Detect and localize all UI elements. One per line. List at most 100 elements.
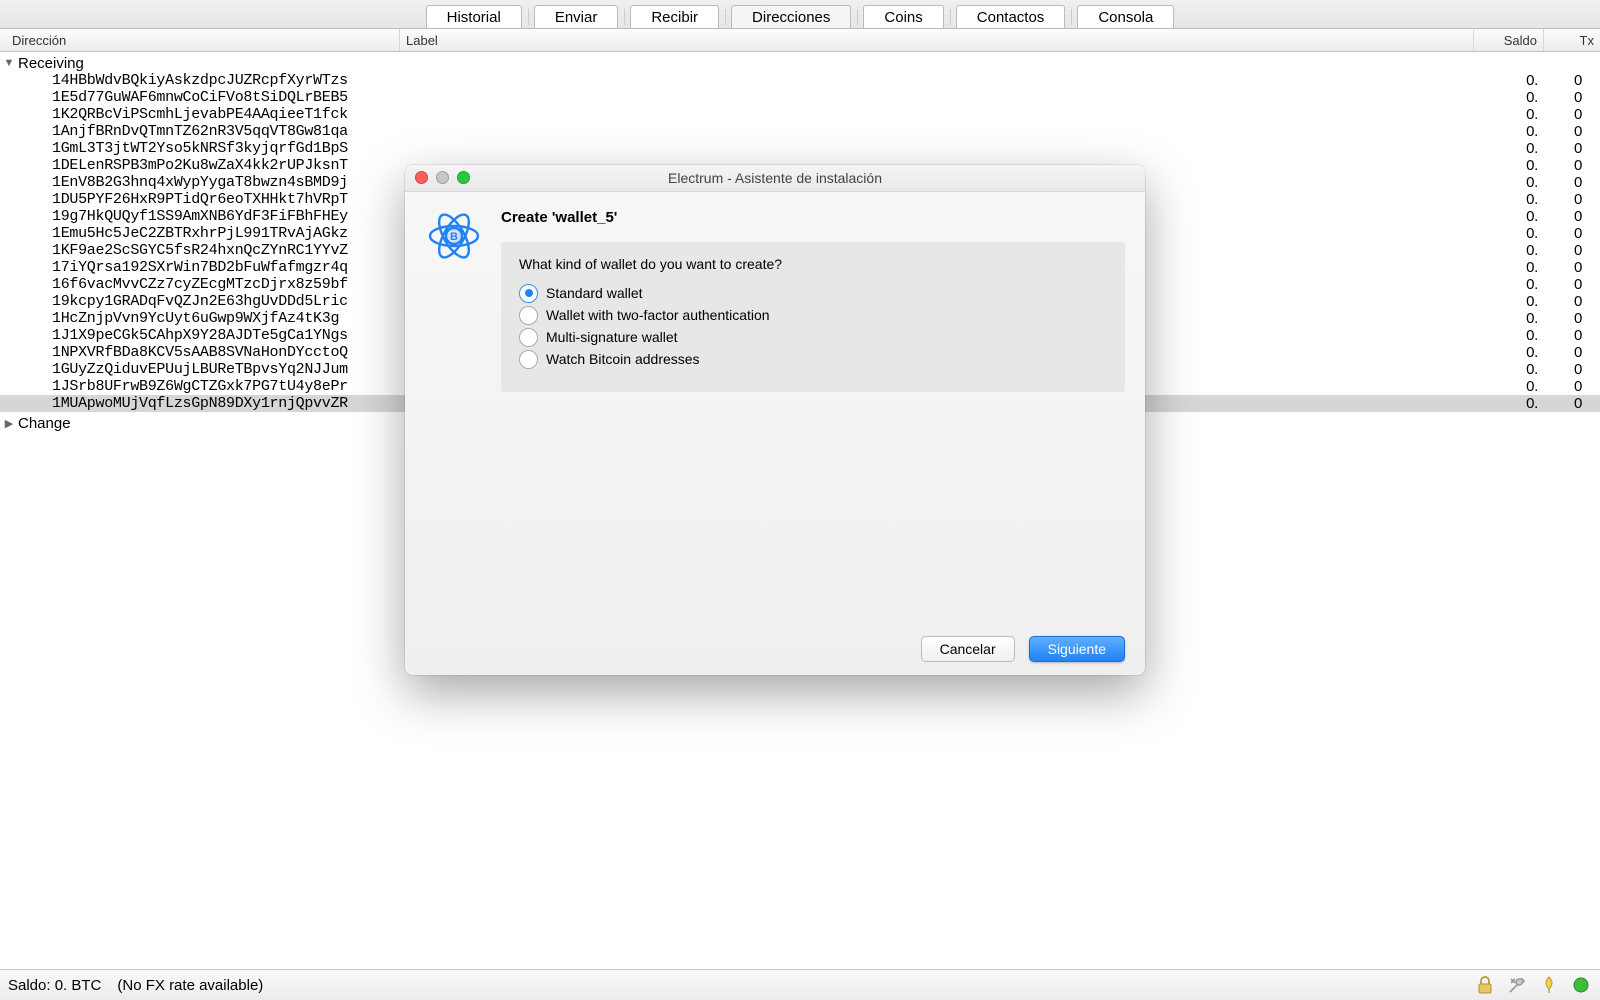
dialog-question: What kind of wallet do you want to creat… <box>519 256 1107 272</box>
tab-divider <box>624 9 625 25</box>
address-balance: 0. <box>1474 242 1544 259</box>
dialog-title: Electrum - Asistente de instalación <box>668 170 882 186</box>
radio-icon[interactable] <box>519 328 538 347</box>
address-row[interactable]: 1E5d77GuWAF6mnwCoCiFVo8tSiDQLrBEB50.0 <box>0 89 1600 106</box>
address-txcount: 0 <box>1544 174 1600 191</box>
address-balance: 0. <box>1474 174 1544 191</box>
wallet-type-option[interactable]: Standard wallet <box>519 282 1107 304</box>
tab-bar: Historial Enviar Recibir Direcciones Coins Co… <box>0 0 1600 29</box>
address-balance: 0. <box>1474 89 1544 106</box>
minimize-icon <box>436 171 449 184</box>
tab-consola[interactable]: Consola <box>1077 5 1174 28</box>
dialog-heading: Create 'wallet_5' <box>501 209 1125 226</box>
address-balance: 0. <box>1474 157 1544 174</box>
lock-icon[interactable] <box>1474 974 1496 996</box>
address-balance: 0. <box>1474 276 1544 293</box>
address-txcount: 0 <box>1544 327 1600 344</box>
status-fx: (No FX rate available) <box>117 977 263 994</box>
status-bar: Saldo: 0. BTC (No FX rate available) <box>0 969 1600 1000</box>
radio-icon[interactable] <box>519 284 538 303</box>
group-label: Receiving <box>18 55 84 72</box>
address-balance: 0. <box>1474 208 1544 225</box>
address-txcount: 0 <box>1544 208 1600 225</box>
radio-label: Standard wallet <box>546 285 643 301</box>
tab-direcciones[interactable]: Direcciones <box>731 5 851 28</box>
address-row[interactable]: 14HBbWdvBQkiyAskzdpcJUZRcpfXyrWTzs0.0 <box>0 72 1600 89</box>
cancel-button[interactable]: Cancelar <box>921 636 1015 662</box>
address-txcount: 0 <box>1544 242 1600 259</box>
radio-label: Wallet with two-factor authentication <box>546 307 770 323</box>
address-txcount: 0 <box>1544 395 1600 412</box>
address-txcount: 0 <box>1544 191 1600 208</box>
address-txcount: 0 <box>1544 106 1600 123</box>
tab-divider <box>725 9 726 25</box>
address-balance: 0. <box>1474 106 1544 123</box>
chevron-down-icon[interactable]: ▼ <box>0 57 18 69</box>
address-txcount: 0 <box>1544 157 1600 174</box>
wallet-type-panel: What kind of wallet do you want to creat… <box>501 242 1125 392</box>
install-wizard-dialog: Electrum - Asistente de instalación B Cr… <box>405 165 1145 675</box>
radio-label: Multi-signature wallet <box>546 329 678 345</box>
wallet-type-option[interactable]: Wallet with two-factor authentication <box>519 304 1107 326</box>
list-header: Dirección Label Saldo Tx <box>0 29 1600 52</box>
tab-coins[interactable]: Coins <box>863 5 943 28</box>
address-balance: 0. <box>1474 225 1544 242</box>
column-address[interactable]: Dirección <box>0 29 400 51</box>
close-icon[interactable] <box>415 171 428 184</box>
address-text: 14HBbWdvBQkiyAskzdpcJUZRcpfXyrWTzs <box>52 72 1474 89</box>
wallet-type-option[interactable]: Watch Bitcoin addresses <box>519 348 1107 370</box>
column-label[interactable]: Label <box>400 29 1474 51</box>
group-receiving[interactable]: ▼Receiving <box>0 52 1600 72</box>
address-balance: 0. <box>1474 395 1544 412</box>
electrum-logo-icon: B <box>425 207 483 613</box>
address-balance: 0. <box>1474 310 1544 327</box>
tab-divider <box>1071 9 1072 25</box>
address-text: 1AnjfBRnDvQTmnTZ62nR3V5qqVT8Gw81qa <box>52 123 1474 140</box>
address-txcount: 0 <box>1544 259 1600 276</box>
zoom-icon[interactable] <box>457 171 470 184</box>
address-row[interactable]: 1GmL3T3jtWT2Yso5kNRSf3kyjqrfGd1BpS0.0 <box>0 140 1600 157</box>
tools-icon[interactable] <box>1506 974 1528 996</box>
address-balance: 0. <box>1474 191 1544 208</box>
address-balance: 0. <box>1474 123 1544 140</box>
address-balance: 0. <box>1474 327 1544 344</box>
address-txcount: 0 <box>1544 123 1600 140</box>
address-txcount: 0 <box>1544 276 1600 293</box>
tab-enviar[interactable]: Enviar <box>534 5 619 28</box>
address-txcount: 0 <box>1544 225 1600 242</box>
address-txcount: 0 <box>1544 361 1600 378</box>
address-txcount: 0 <box>1544 378 1600 395</box>
radio-icon[interactable] <box>519 306 538 325</box>
column-balance[interactable]: Saldo <box>1474 29 1544 51</box>
address-balance: 0. <box>1474 72 1544 89</box>
tab-divider <box>950 9 951 25</box>
address-text: 1E5d77GuWAF6mnwCoCiFVo8tSiDQLrBEB5 <box>52 89 1474 106</box>
tab-contactos[interactable]: Contactos <box>956 5 1066 28</box>
address-txcount: 0 <box>1544 310 1600 327</box>
seed-icon[interactable] <box>1538 974 1560 996</box>
radio-icon[interactable] <box>519 350 538 369</box>
svg-text:B: B <box>450 231 458 243</box>
dialog-titlebar: Electrum - Asistente de instalación <box>405 165 1145 192</box>
address-txcount: 0 <box>1544 72 1600 89</box>
status-balance: Saldo: 0. BTC <box>8 977 101 994</box>
next-button[interactable]: Siguiente <box>1029 636 1125 662</box>
address-text: 1K2QRBcViPScmhLjevabPE4AAqieeT1fck <box>52 106 1474 123</box>
tab-divider <box>857 9 858 25</box>
tab-recibir[interactable]: Recibir <box>630 5 719 28</box>
address-txcount: 0 <box>1544 140 1600 157</box>
address-balance: 0. <box>1474 344 1544 361</box>
tab-historial[interactable]: Historial <box>426 5 522 28</box>
address-balance: 0. <box>1474 140 1544 157</box>
address-row[interactable]: 1AnjfBRnDvQTmnTZ62nR3V5qqVT8Gw81qa0.0 <box>0 123 1600 140</box>
address-txcount: 0 <box>1544 293 1600 310</box>
chevron-right-icon[interactable]: ▶ <box>0 417 18 430</box>
column-tx[interactable]: Tx <box>1544 29 1600 51</box>
address-text: 1GmL3T3jtWT2Yso5kNRSf3kyjqrfGd1BpS <box>52 140 1474 157</box>
wallet-type-option[interactable]: Multi-signature wallet <box>519 326 1107 348</box>
network-icon[interactable] <box>1570 974 1592 996</box>
address-row[interactable]: 1K2QRBcViPScmhLjevabPE4AAqieeT1fck0.0 <box>0 106 1600 123</box>
address-txcount: 0 <box>1544 89 1600 106</box>
address-txcount: 0 <box>1544 344 1600 361</box>
address-balance: 0. <box>1474 378 1544 395</box>
